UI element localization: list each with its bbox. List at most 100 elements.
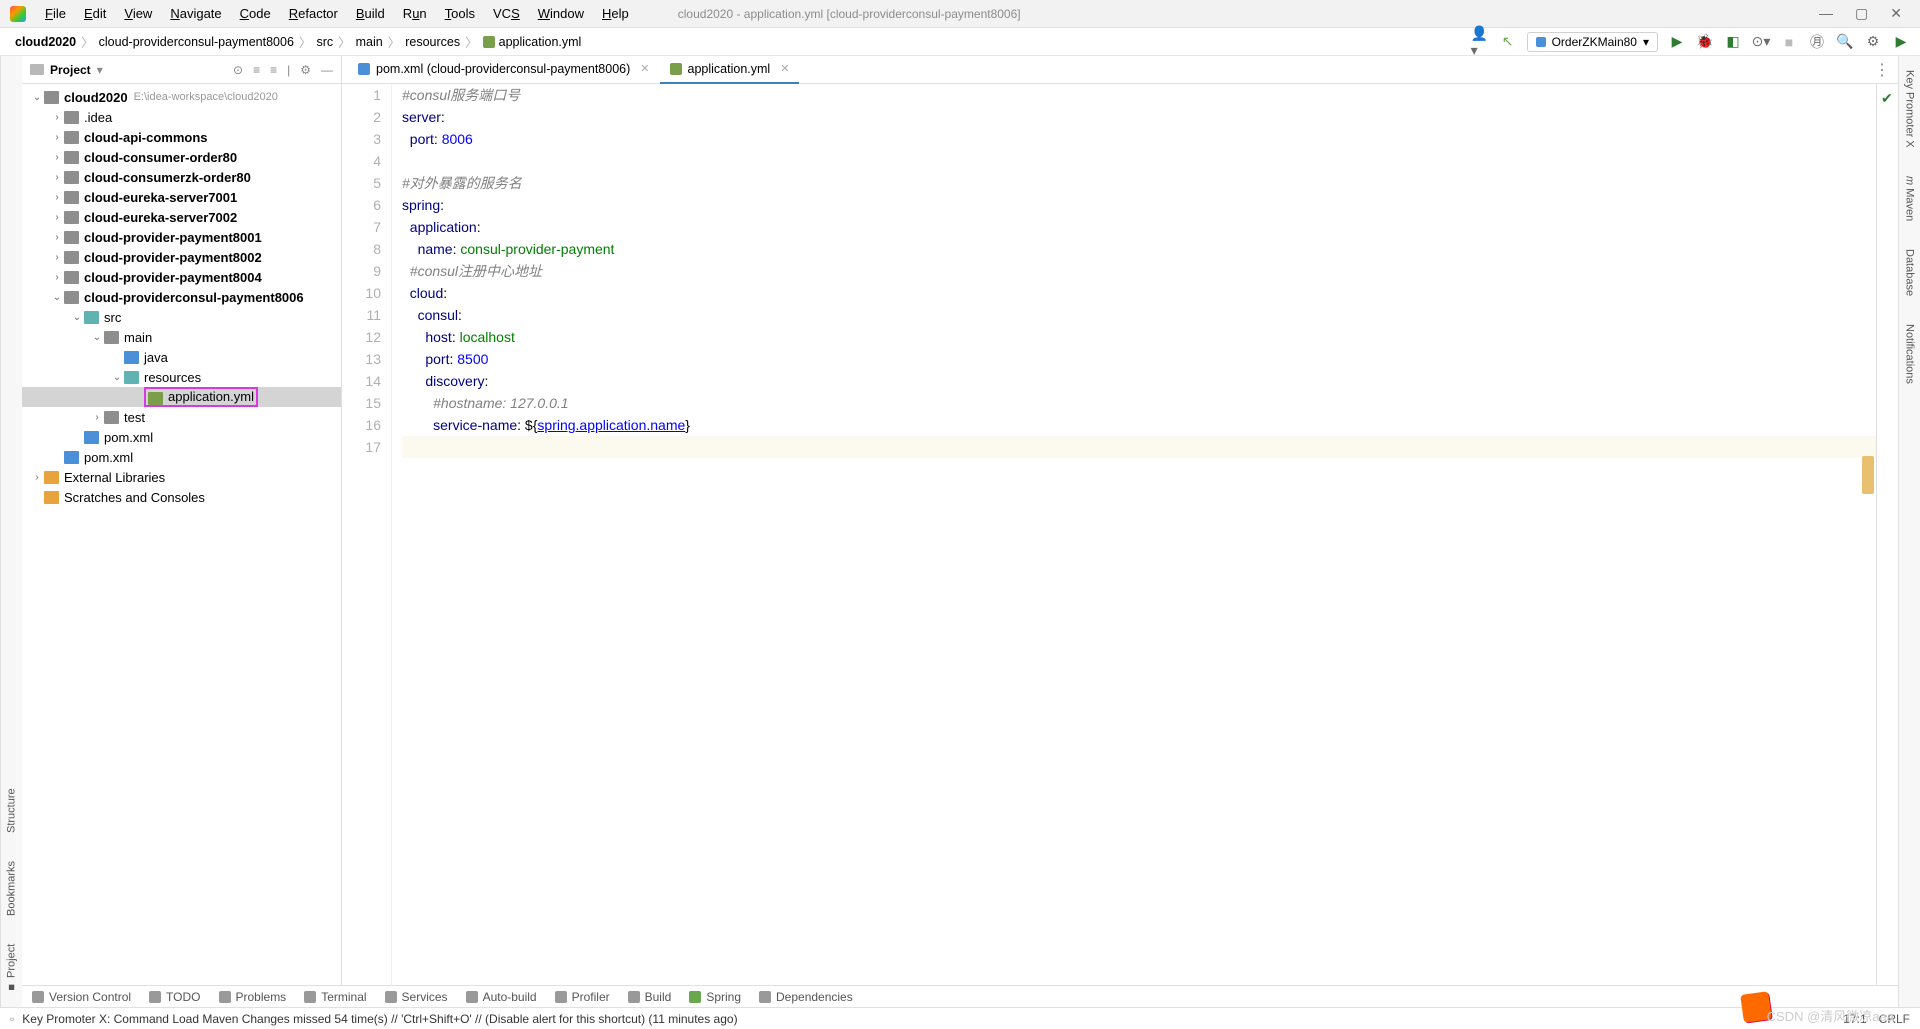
services-tab[interactable]: Services [385,990,448,1004]
menu-refactor[interactable]: Refactor [280,6,347,21]
minimize-icon[interactable]: — [1819,5,1833,22]
dependencies-tab[interactable]: Dependencies [759,990,853,1004]
tree-module[interactable]: ›cloud-provider-payment8004 [22,267,341,287]
editor-tab-yml[interactable]: application.yml ✕ [660,56,800,84]
scrollbar-thumb[interactable] [1862,456,1874,494]
menu-edit[interactable]: Edit [75,6,115,21]
tree-test[interactable]: ›test [22,407,341,427]
watermark: CSDN @清风微凉aaa [1767,1006,1894,1025]
tree-resources[interactable]: ⌄resources [22,367,341,387]
menu-tools[interactable]: Tools [436,6,484,21]
menu-view[interactable]: View [115,6,161,21]
maximize-icon[interactable]: ▢ [1855,5,1868,22]
main-area: Project ▾ ⊙ ≡ ≡ | ⚙ — ⌄cloud2020E:\idea-… [22,56,1898,985]
menu-code[interactable]: Code [231,6,280,21]
tree-scratches[interactable]: Scratches and Consoles [22,487,341,507]
tree-module[interactable]: ›cloud-api-commons [22,127,341,147]
tree-application-yml[interactable]: application.yml [22,387,341,407]
spring-tab[interactable]: Spring [689,990,741,1004]
tree-java[interactable]: java [22,347,341,367]
project-tree[interactable]: ⌄cloud2020E:\idea-workspace\cloud2020 ›.… [22,84,341,985]
menu-help[interactable]: Help [593,6,638,21]
code-editor[interactable]: 1234 5678 9101112 13141516 17 #consul服务端… [342,84,1898,985]
tool-settings-icon[interactable]: ⚙ [300,63,311,77]
user-icon[interactable]: 👤▾ [1471,33,1489,51]
tree-module[interactable]: ›cloud-provider-payment8002 [22,247,341,267]
code-content[interactable]: #consul服务端口号 server: port: 8006 #对外暴露的服务… [392,84,1876,985]
run-anything-icon[interactable]: ▶ [1892,33,1910,51]
rail-notifications[interactable]: Notifications [1904,320,1916,388]
crumb-module[interactable]: cloud-providerconsul-payment8006 [94,35,299,49]
tree-root[interactable]: ⌄cloud2020E:\idea-workspace\cloud2020 [22,87,341,107]
crumb-resources[interactable]: resources [400,35,465,49]
menu-run[interactable]: Run [394,6,436,21]
crumb-main[interactable]: main [351,35,388,49]
build-tab[interactable]: Build [628,990,672,1004]
tree-external-libs[interactable]: ›External Libraries [22,467,341,487]
close-icon[interactable]: ✕ [1890,5,1902,22]
rail-bookmarks[interactable]: Bookmarks [6,857,18,920]
rail-maven[interactable]: m Maven [1904,172,1916,225]
menu-navigate[interactable]: Navigate [161,6,230,21]
tree-module[interactable]: ›cloud-provider-payment8001 [22,227,341,247]
hide-panel-icon[interactable]: — [321,63,333,77]
back-nav-icon[interactable]: ↖ [1499,33,1517,51]
run-config-selector[interactable]: OrderZKMain80 ▾ [1527,32,1658,52]
status-message: Key Promoter X: Command Load Maven Chang… [22,1012,1843,1026]
menu-bar: File Edit View Navigate Code Refactor Bu… [0,0,1920,28]
run-config-label: OrderZKMain80 [1552,35,1637,49]
terminal-tab[interactable]: Terminal [304,990,366,1004]
tree-module[interactable]: ›cloud-consumerzk-order80 [22,167,341,187]
collapse-all-icon[interactable]: ≡ [270,63,277,77]
tree-src[interactable]: ⌄src [22,307,341,327]
stop-icon[interactable]: ■ [1780,33,1798,51]
version-control-tab[interactable]: Version Control [32,990,131,1004]
run-icon[interactable]: ▶ [1668,33,1686,51]
editor-tab-pom[interactable]: pom.xml (cloud-providerconsul-payment800… [348,56,660,84]
profiler-icon[interactable]: ⊙▾ [1752,33,1770,51]
menu-file[interactable]: File [36,6,75,21]
rail-structure[interactable]: Structure [6,784,18,837]
tree-module[interactable]: ›cloud-consumer-order80 [22,147,341,167]
search-icon[interactable]: 🔍 [1836,33,1854,51]
tab-menu-icon[interactable]: ⋮ [1874,60,1890,80]
menu-window[interactable]: Window [529,6,593,21]
select-opened-file-icon[interactable]: ⊙ [233,63,243,77]
bottom-tool-bar: Version Control TODO Problems Terminal S… [22,985,1898,1007]
tree-module-open[interactable]: ⌄cloud-providerconsul-payment8006 [22,287,341,307]
editor-area: pom.xml (cloud-providerconsul-payment800… [342,56,1898,985]
editor-tabs: pom.xml (cloud-providerconsul-payment800… [342,56,1898,84]
tree-main[interactable]: ⌄main [22,327,341,347]
overlay-icon[interactable]: ▫ [10,1012,14,1026]
chevron-down-icon[interactable]: ▾ [97,63,103,77]
window-controls: — ▢ ✕ [1819,5,1920,22]
rail-keypromoter[interactable]: Key Promoter X [1904,66,1916,152]
tab-close-icon[interactable]: ✕ [640,62,649,75]
expand-all-icon[interactable]: ≡ [253,63,260,77]
tab-label: pom.xml (cloud-providerconsul-payment800… [376,62,630,76]
crumb-file[interactable]: application.yml [478,35,587,49]
coverage-icon[interactable]: ◧ [1724,33,1742,51]
rail-database[interactable]: Database [1904,245,1916,300]
settings-gear-icon[interactable]: ⚙ [1864,33,1882,51]
menu-vcs[interactable]: VCS [484,6,529,21]
inspection-ok-icon[interactable]: ✔ [1881,90,1893,107]
tree-pom-inner[interactable]: pom.xml [22,427,341,447]
debug-icon[interactable]: 🐞 [1696,33,1714,51]
tree-module[interactable]: ›cloud-eureka-server7002 [22,207,341,227]
rail-project[interactable]: ■ Project [6,940,18,997]
crumb-src[interactable]: src [311,35,338,49]
todo-tab[interactable]: TODO [149,990,200,1004]
tab-close-icon[interactable]: ✕ [780,62,789,75]
yml-icon [483,36,495,48]
tree-pom-root[interactable]: pom.xml [22,447,341,467]
profiler-tab[interactable]: Profiler [555,990,610,1004]
menu-build[interactable]: Build [347,6,394,21]
tree-idea[interactable]: ›.idea [22,107,341,127]
problems-tab[interactable]: Problems [219,990,287,1004]
autobuild-tab[interactable]: Auto-build [466,990,537,1004]
translate-icon[interactable]: ㊊ [1808,33,1826,51]
tree-module[interactable]: ›cloud-eureka-server7001 [22,187,341,207]
folder-icon [30,64,44,75]
crumb-root[interactable]: cloud2020 [10,35,81,49]
